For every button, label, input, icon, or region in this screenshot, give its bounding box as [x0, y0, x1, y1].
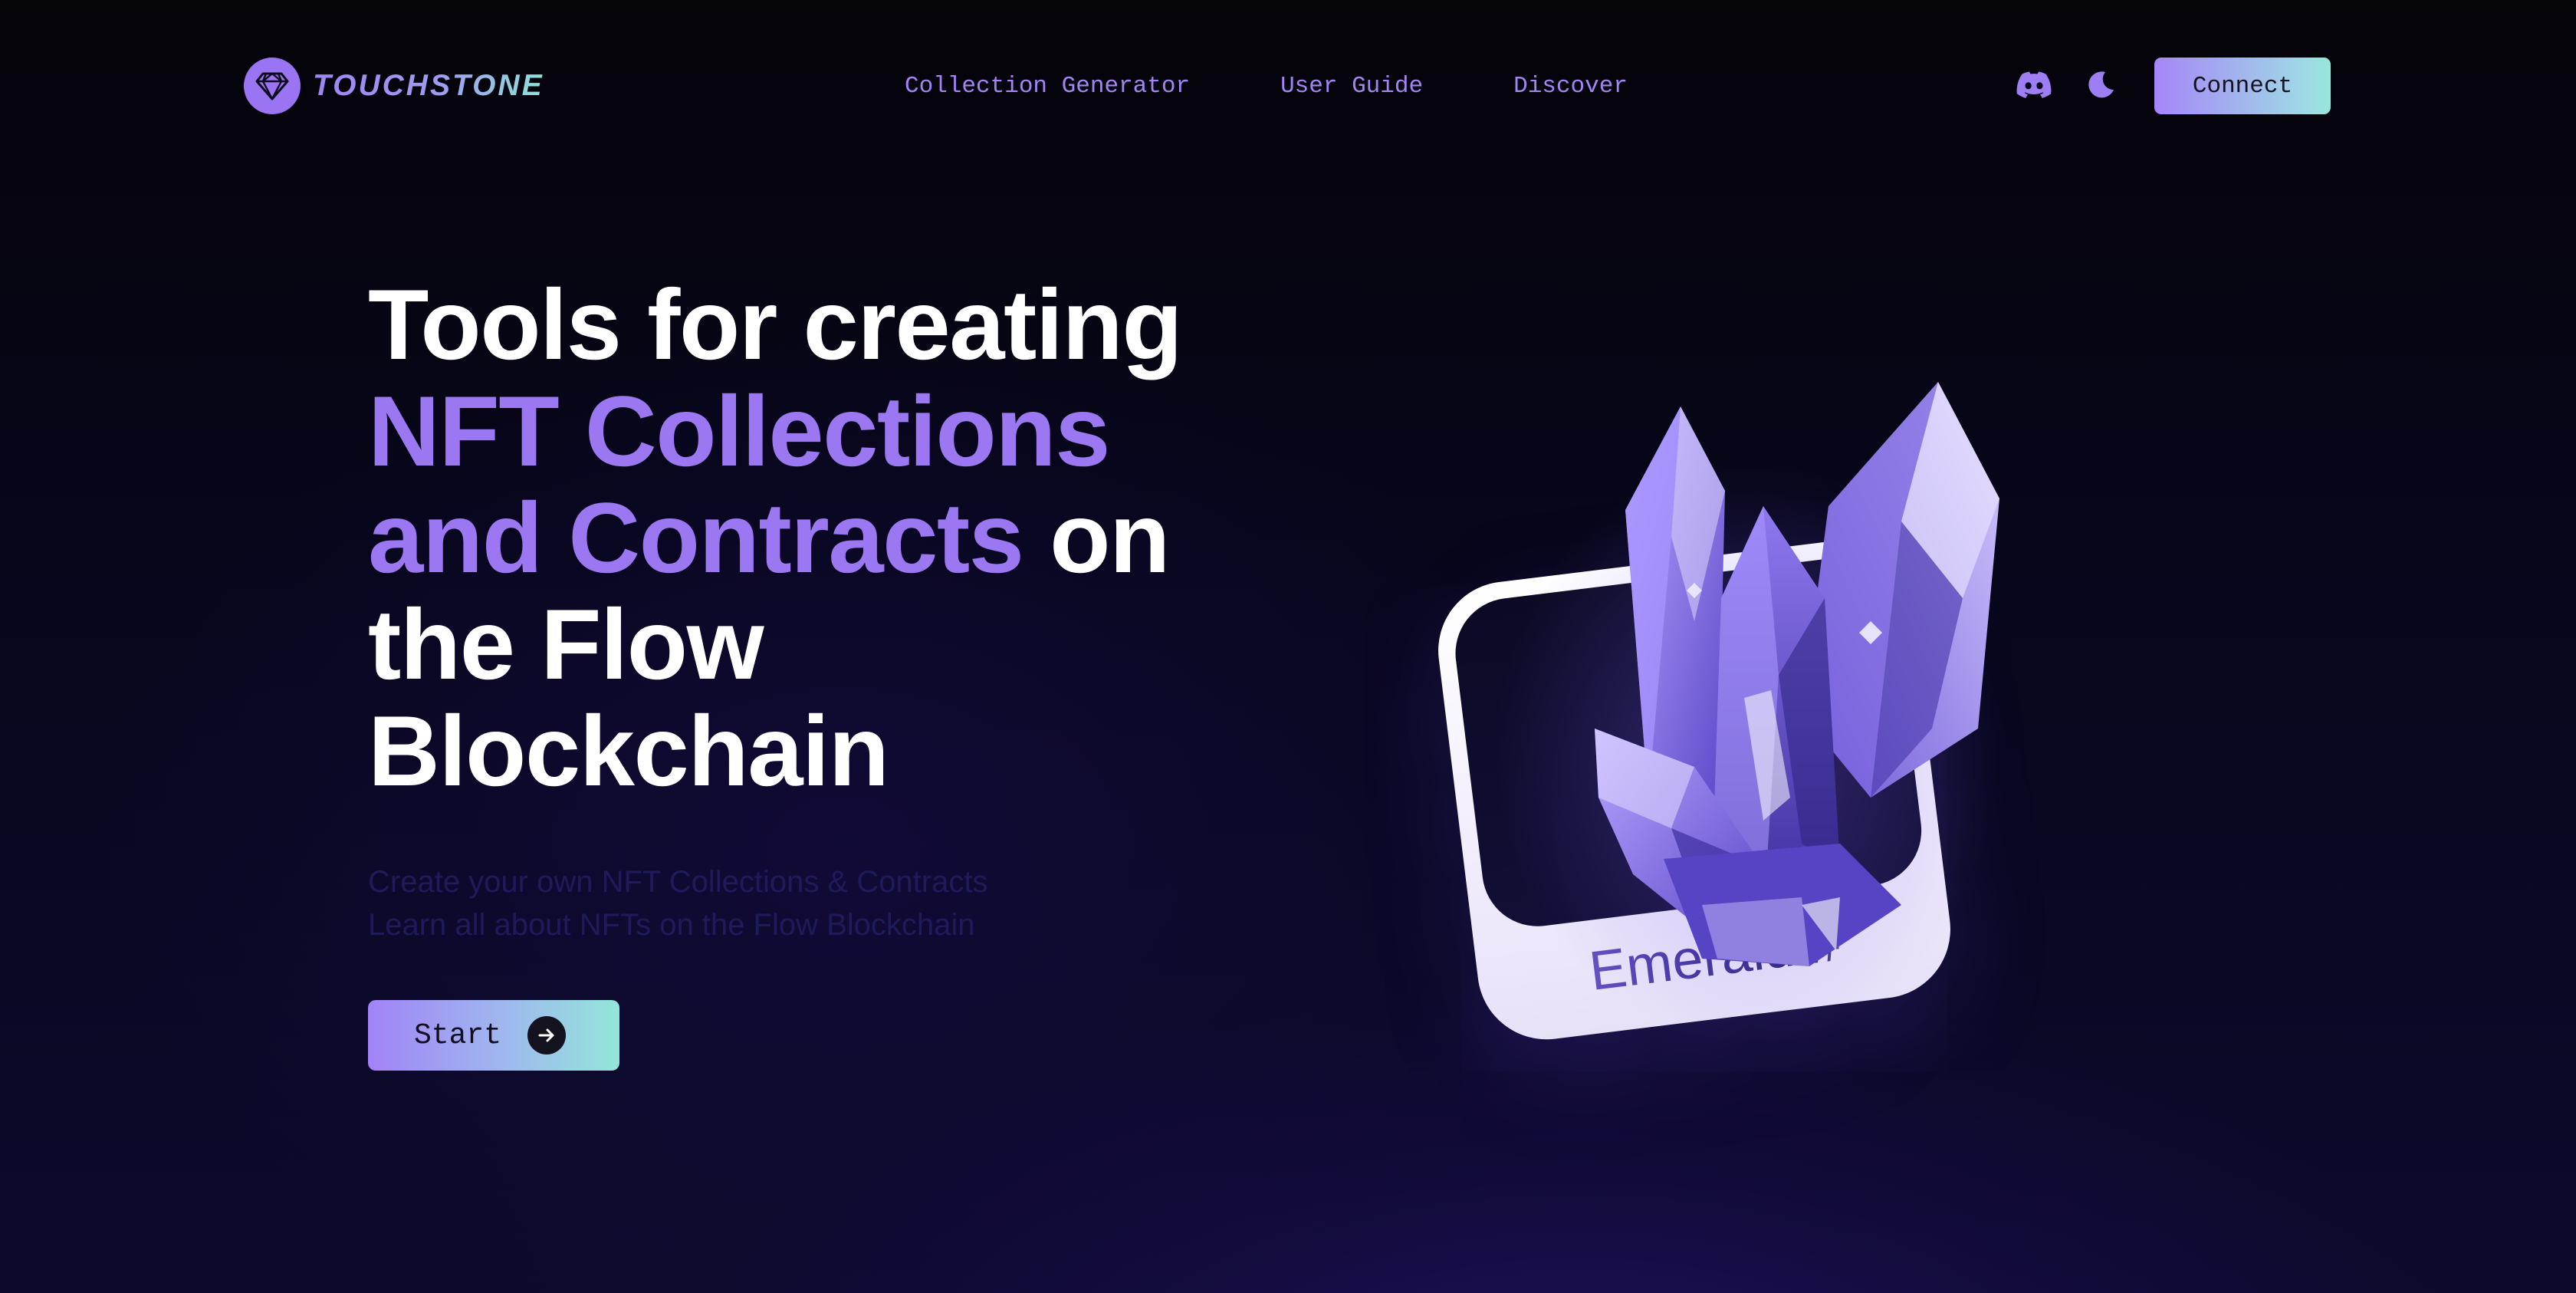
diamond-icon	[244, 58, 301, 114]
logo[interactable]: TOUCHSTONE	[244, 58, 544, 114]
nav-link-discover[interactable]: Discover	[1513, 73, 1628, 100]
moon-icon[interactable]	[2085, 69, 2116, 100]
hero-title-line: Tools for creating	[368, 268, 1183, 380]
nav-link-user-guide[interactable]: User Guide	[1280, 73, 1423, 100]
hero-title-accent: NFT Collections	[368, 375, 1110, 487]
top-nav: TOUCHSTONE Collection Generator User Gui…	[0, 0, 2576, 173]
brand-name: TOUCHSTONE	[313, 69, 544, 102]
connect-button[interactable]: Connect	[2154, 58, 2331, 114]
hero-title: Tools for creating NFT Collections and C…	[368, 271, 1273, 804]
hero-title-accent: and Contracts	[368, 482, 1024, 594]
hero-subtitle-line: Learn all about NFTs on the Flow Blockch…	[368, 908, 975, 942]
nav-link-collection-generator[interactable]: Collection Generator	[905, 73, 1190, 100]
landing-page: TOUCHSTONE Collection Generator User Gui…	[0, 0, 2576, 1293]
nav-links: Collection Generator User Guide Discover	[905, 67, 1628, 104]
start-button[interactable]: Start	[368, 1000, 619, 1071]
arrow-right-icon	[527, 1016, 567, 1054]
hero-illustration: Emerald #	[1430, 368, 2055, 1097]
hero-subtitle-line: Create your own NFT Collections & Contra…	[368, 865, 988, 899]
hero-title-line: Blockchain	[368, 695, 889, 807]
crystal-icon	[1495, 382, 2001, 1043]
hero-subtitle: Create your own NFT Collections & Contra…	[368, 860, 1273, 946]
discord-icon[interactable]	[2016, 69, 2052, 100]
start-button-label: Start	[414, 1018, 502, 1052]
hero-title-line: the Flow	[368, 588, 764, 700]
hero-title-line: on	[1023, 482, 1170, 594]
